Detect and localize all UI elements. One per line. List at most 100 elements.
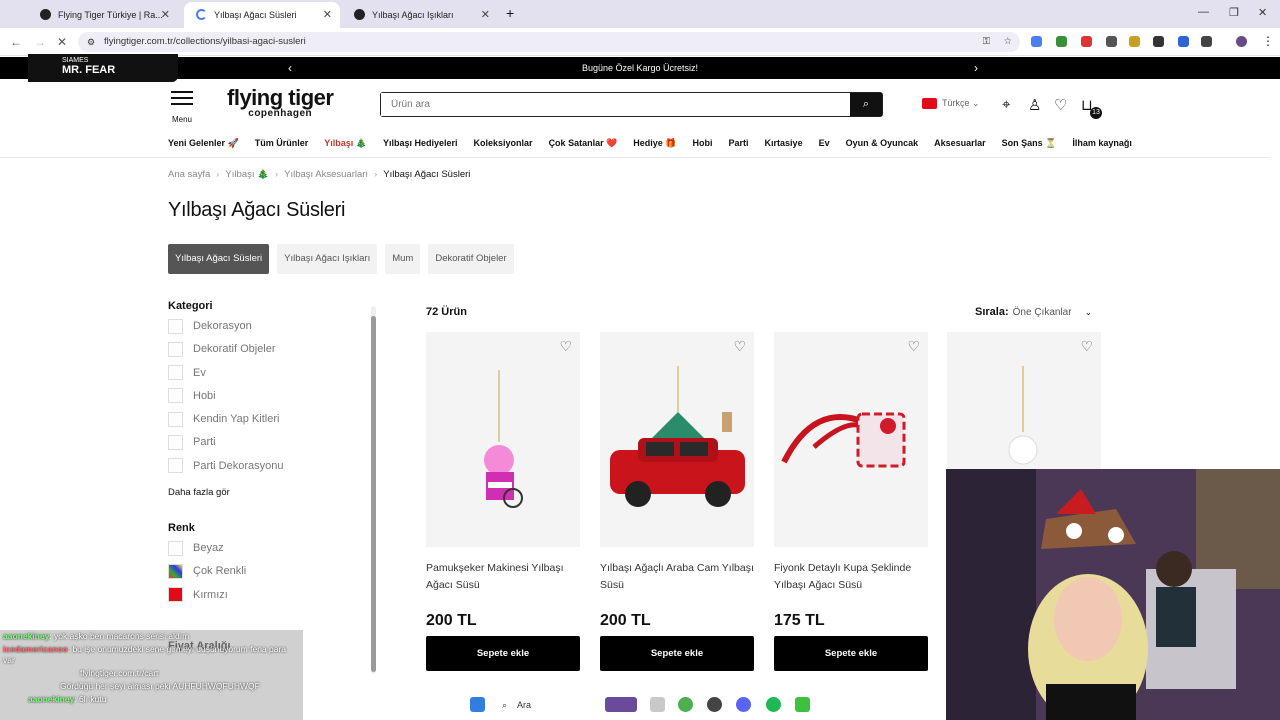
nav-item[interactable]: Koleksiyonlar: [474, 138, 533, 148]
nav-item[interactable]: Oyun & Oyuncak: [846, 138, 919, 148]
category-filter-option[interactable]: Parti: [168, 434, 368, 457]
nav-item[interactable]: Parti: [729, 138, 749, 148]
bookmark-star-icon[interactable]: ☆: [1003, 32, 1012, 52]
extension-icon[interactable]: [1129, 36, 1140, 47]
new-tab-icon[interactable]: +: [506, 5, 514, 21]
discord-icon[interactable]: [736, 697, 751, 712]
category-filter-option[interactable]: Dekoratif Objeler: [168, 341, 368, 364]
add-to-cart-button[interactable]: Sepete ekle: [600, 636, 754, 671]
nav-item[interactable]: Yılbaşı 🎄: [324, 138, 367, 148]
wishlist-heart-icon[interactable]: ♡: [1080, 338, 1093, 355]
nav-item[interactable]: Son Şans ⏳: [1002, 138, 1057, 148]
profile-avatar[interactable]: [1236, 36, 1247, 47]
announcement-prev-icon[interactable]: ‹: [288, 57, 292, 79]
color-filter-option[interactable]: Çok Renkli: [168, 563, 368, 586]
product-image[interactable]: ♡: [426, 332, 580, 547]
add-to-cart-button[interactable]: Sepete ekle: [774, 636, 928, 671]
forward-icon[interactable]: →: [34, 35, 46, 49]
checkbox[interactable]: [168, 411, 183, 427]
search-button[interactable]: ⌕: [850, 93, 882, 116]
back-icon[interactable]: ←: [10, 35, 22, 49]
checkbox[interactable]: [168, 365, 183, 381]
checkbox[interactable]: [168, 318, 183, 334]
product-name[interactable]: Pamukşeker Makinesi Yılbaşı Ağacı Süsü: [426, 560, 580, 600]
product-name[interactable]: Yılbaşı Ağaçlı Araba Cam Yılbaşı Süsü: [600, 560, 754, 600]
browser-tab-active[interactable]: Yılbaşı Ağacı Süsleri ✕: [184, 2, 340, 28]
checkbox[interactable]: [168, 458, 183, 474]
nav-item[interactable]: Kırtasiye: [765, 138, 803, 148]
category-filter-option[interactable]: Parti Dekorasyonu: [168, 458, 368, 481]
wishlist-heart-icon[interactable]: ♡: [1054, 96, 1067, 114]
category-filter-option[interactable]: Dekorasyon: [168, 318, 368, 341]
extension-icon[interactable]: [1081, 36, 1092, 47]
announcement-next-icon[interactable]: ›: [974, 57, 978, 79]
chip-dekoratif-objeler[interactable]: Dekoratif Objeler: [428, 244, 514, 274]
minimize-icon[interactable]: —: [1198, 6, 1209, 18]
account-icon[interactable]: ♙: [1028, 96, 1041, 114]
nav-item[interactable]: Yılbaşı Hediyeleri: [383, 138, 458, 148]
wishlist-heart-icon[interactable]: ♡: [733, 338, 746, 355]
checkbox[interactable]: [168, 435, 183, 451]
color-swatch[interactable]: [168, 587, 183, 603]
color-swatch[interactable]: [168, 563, 183, 579]
color-swatch[interactable]: [168, 540, 183, 556]
color-filter-option[interactable]: Beyaz: [168, 540, 368, 563]
browser-tab[interactable]: Yılbaşı Ağacı Işıkları ✕: [342, 2, 498, 28]
category-filter-option[interactable]: Ev: [168, 365, 368, 388]
product-image[interactable]: ♡: [600, 332, 754, 547]
spotify-icon[interactable]: [766, 697, 781, 712]
translate-ext-icon[interactable]: [1031, 36, 1042, 47]
obs-icon[interactable]: [707, 697, 722, 712]
stop-icon[interactable]: ✕: [57, 35, 67, 49]
chip-agac-isiklari[interactable]: Yılbaşı Ağacı Işıkları: [277, 244, 378, 274]
taskbar-game-icon[interactable]: [605, 697, 637, 712]
nav-item[interactable]: Tüm Ürünler: [255, 138, 309, 148]
product-card[interactable]: ♡ Yılbaşı Ağaçlı Araba Cam Yılbaşı Süsü …: [600, 332, 754, 671]
menu-button[interactable]: Menu: [170, 91, 194, 127]
extension-icon[interactable]: [1106, 36, 1117, 47]
category-filter-option[interactable]: Hobi: [168, 388, 368, 411]
nav-item[interactable]: Hobi: [693, 138, 713, 148]
nav-item[interactable]: Hediye 🎁: [633, 138, 676, 148]
breadcrumb-home[interactable]: Ana sayfa: [168, 169, 210, 180]
nav-item[interactable]: İlham kaynağı: [1072, 138, 1132, 148]
close-tab-icon[interactable]: ✕: [161, 8, 170, 21]
store-locator-icon[interactable]: ⌖: [1002, 96, 1010, 113]
checkbox[interactable]: [168, 341, 183, 357]
checkbox[interactable]: [168, 388, 183, 404]
extension-icon[interactable]: [1056, 36, 1067, 47]
windows-start-icon[interactable]: [470, 697, 485, 712]
extension-icon[interactable]: [1153, 36, 1164, 47]
nav-item[interactable]: Aksesuarlar: [934, 138, 986, 148]
browser-menu-icon[interactable]: ⋮: [1262, 34, 1274, 48]
sort-dropdown[interactable]: Sırala: Öne Çıkanlar ⌄: [975, 306, 1092, 318]
extensions-puzzle-icon[interactable]: [1201, 36, 1212, 47]
chip-agac-susleri[interactable]: Yılbaşı Ağacı Süsleri: [168, 244, 270, 274]
wishlist-heart-icon[interactable]: ♡: [907, 338, 920, 355]
category-filter-option[interactable]: Kendin Yap Kitleri: [168, 411, 368, 434]
close-window-icon[interactable]: ✕: [1258, 6, 1267, 19]
product-image[interactable]: ♡: [774, 332, 928, 547]
file-explorer-icon[interactable]: [650, 697, 665, 712]
url-field[interactable]: ⚙ flyingtiger.com.tr/collections/yilbasi…: [78, 32, 1020, 52]
filter-scrollbar-thumb[interactable]: [371, 316, 376, 672]
logo[interactable]: flying tiger copenhagen: [227, 87, 334, 119]
close-tab-icon[interactable]: ✕: [323, 8, 332, 21]
browser-tab[interactable]: Flying Tiger Türkiye | Ra... ✕: [28, 2, 178, 28]
live-app-icon[interactable]: [795, 697, 810, 712]
show-more-link[interactable]: Daha fazla gör: [168, 487, 368, 498]
color-filter-option[interactable]: Kırmızı: [168, 587, 368, 610]
search-input[interactable]: [381, 93, 841, 116]
chip-mum[interactable]: Mum: [385, 244, 421, 274]
product-name[interactable]: Fiyonk Detaylı Kupa Şeklinde Yılbaşı Ağa…: [774, 560, 928, 600]
add-to-cart-button[interactable]: Sepete ekle: [426, 636, 580, 671]
close-tab-icon[interactable]: ✕: [481, 8, 490, 21]
nav-item[interactable]: Ev: [819, 138, 830, 148]
key-icon[interactable]: ⚿: [983, 32, 990, 52]
product-card[interactable]: ♡ Pamukşeker Makinesi Yılbaşı Ağacı Süsü…: [426, 332, 580, 671]
nav-item[interactable]: Çok Satanlar ❤️: [549, 138, 618, 148]
breadcrumb-aksesuarlar[interactable]: Yılbaşı Aksesuarları: [284, 169, 368, 180]
breadcrumb-yilbasi[interactable]: Yılbaşı 🎄: [225, 169, 269, 180]
product-card[interactable]: ♡ Fiyonk Detaylı Kupa Şeklinde Yılbaşı A…: [774, 332, 928, 671]
wishlist-heart-icon[interactable]: ♡: [559, 338, 572, 355]
